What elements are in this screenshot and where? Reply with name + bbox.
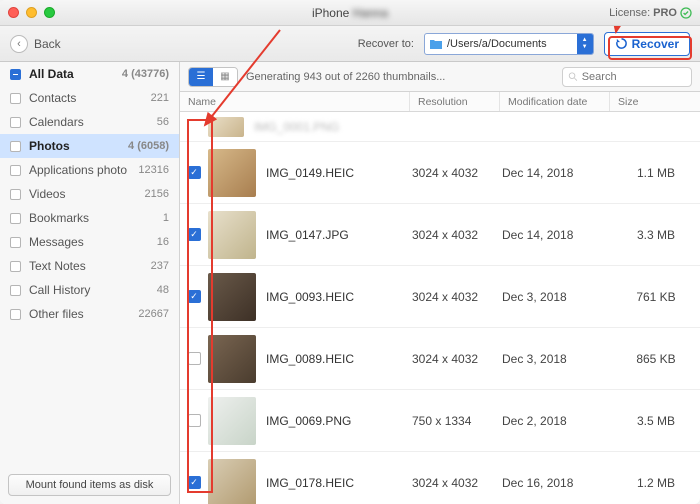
sidebar-item-text-notes[interactable]: Text Notes237 xyxy=(0,254,179,278)
file-size: 1.1 MB xyxy=(612,166,700,180)
sidebar-item-photos[interactable]: Photos4 (6058) xyxy=(0,134,179,158)
checkbox-icon[interactable] xyxy=(10,237,21,248)
view-toggle[interactable]: ☰ ▦ xyxy=(188,67,238,87)
file-date: Dec 14, 2018 xyxy=(502,166,612,180)
checkbox-icon[interactable] xyxy=(10,69,21,80)
file-resolution: 3024 x 4032 xyxy=(412,228,502,242)
toolbar: ‹ Back Recover to: /Users/a/Documents ▲▼… xyxy=(0,26,700,62)
sidebar-item-bookmarks[interactable]: Bookmarks1 xyxy=(0,206,179,230)
sidebar-item-other-files[interactable]: Other files22667 xyxy=(0,302,179,326)
app-window: iPhone Hanna License: PRO ‹ Back Recover… xyxy=(0,0,700,504)
sidebar-item-calendars[interactable]: Calendars56 xyxy=(0,110,179,134)
file-list: IMG_0001.PNG ✓IMG_0149.HEIC3024 x 4032De… xyxy=(180,112,700,504)
window-title: iPhone Hanna xyxy=(0,6,700,20)
file-name: IMG_0089.HEIC xyxy=(266,352,412,366)
col-size[interactable]: Size xyxy=(610,92,700,111)
thumbnail xyxy=(208,335,256,383)
checkbox-icon[interactable] xyxy=(188,352,201,365)
thumbnail xyxy=(208,459,256,504)
file-date: Dec 16, 2018 xyxy=(502,476,612,490)
file-date: Dec 14, 2018 xyxy=(502,228,612,242)
checkbox-icon[interactable] xyxy=(10,213,21,224)
thumbnail xyxy=(208,397,256,445)
table-row[interactable]: ✓ IMG_0093.HEIC3024 x 4032Dec 3, 2018761 … xyxy=(180,266,700,328)
file-resolution: 3024 x 4032 xyxy=(412,290,502,304)
table-row[interactable]: ✓ IMG_0149.HEIC3024 x 4032Dec 14, 20181.1… xyxy=(180,142,700,204)
search-icon xyxy=(568,71,578,82)
license-badge: License: PRO xyxy=(609,7,692,19)
back-button[interactable]: ‹ Back xyxy=(10,35,61,53)
col-name[interactable]: Name xyxy=(180,92,410,111)
sidebar-item-videos[interactable]: Videos2156 xyxy=(0,182,179,206)
check-circle-icon xyxy=(680,7,692,19)
file-resolution: 3024 x 4032 xyxy=(412,476,502,490)
checkbox-icon[interactable] xyxy=(10,93,21,104)
col-modification[interactable]: Modification date xyxy=(500,92,610,111)
status-text: Generating 943 out of 2260 thumbnails... xyxy=(246,71,554,83)
file-name: IMG_0093.HEIC xyxy=(266,290,412,304)
folder-icon xyxy=(429,37,443,51)
mount-disk-button[interactable]: Mount found items as disk xyxy=(8,474,171,496)
grid-view-icon[interactable]: ▦ xyxy=(213,68,237,86)
sidebar-item-applications-photo[interactable]: Applications photo12316 xyxy=(0,158,179,182)
sidebar: All Data 4 (43776) Contacts221Calendars5… xyxy=(0,62,180,504)
table-row[interactable]: IMG_0001.PNG xyxy=(180,112,700,142)
file-size: 3.5 MB xyxy=(612,414,700,428)
list-view-icon[interactable]: ☰ xyxy=(189,68,213,86)
checkbox-icon[interactable]: ✓ xyxy=(188,476,201,489)
checkbox-icon[interactable] xyxy=(188,414,201,427)
recover-to-label: Recover to: xyxy=(358,38,414,50)
thumbnail xyxy=(208,211,256,259)
checkbox-icon[interactable]: ✓ xyxy=(188,290,201,303)
titlebar: iPhone Hanna License: PRO xyxy=(0,0,700,26)
file-name: IMG_0149.HEIC xyxy=(266,166,412,180)
file-date: Dec 3, 2018 xyxy=(502,290,612,304)
checkbox-icon[interactable] xyxy=(10,285,21,296)
file-date: Dec 2, 2018 xyxy=(502,414,612,428)
column-headers: Name Resolution Modification date Size xyxy=(180,92,700,112)
file-resolution: 750 x 1334 xyxy=(412,414,502,428)
recover-path-select[interactable]: /Users/a/Documents ▲▼ xyxy=(424,33,594,55)
file-resolution: 3024 x 4032 xyxy=(412,166,502,180)
checkbox-icon[interactable] xyxy=(10,309,21,320)
checkbox-icon[interactable]: ✓ xyxy=(188,228,201,241)
file-name: IMG_0147.JPG xyxy=(266,228,412,242)
table-row[interactable]: ✓ IMG_0178.HEIC3024 x 4032Dec 16, 20181.2… xyxy=(180,452,700,504)
col-resolution[interactable]: Resolution xyxy=(410,92,500,111)
checkbox-icon[interactable] xyxy=(10,261,21,272)
stepper-icon[interactable]: ▲▼ xyxy=(577,34,593,54)
back-icon: ‹ xyxy=(10,35,28,53)
file-size: 761 KB xyxy=(612,290,700,304)
table-row[interactable]: ✓ IMG_0147.JPG3024 x 4032Dec 14, 20183.3 … xyxy=(180,204,700,266)
checkbox-icon[interactable] xyxy=(10,189,21,200)
sidebar-item-call-history[interactable]: Call History48 xyxy=(0,278,179,302)
checkbox-icon[interactable] xyxy=(10,165,21,176)
file-size: 865 KB xyxy=(612,352,700,366)
recover-icon xyxy=(615,37,628,50)
file-date: Dec 3, 2018 xyxy=(502,352,612,366)
sidebar-item-contacts[interactable]: Contacts221 xyxy=(0,86,179,110)
table-row[interactable]: IMG_0089.HEIC3024 x 4032Dec 3, 2018865 K… xyxy=(180,328,700,390)
thumbnail xyxy=(208,149,256,197)
table-row[interactable]: IMG_0069.PNG750 x 1334Dec 2, 20183.5 MB xyxy=(180,390,700,452)
thumbnail xyxy=(208,273,256,321)
checkbox-icon[interactable] xyxy=(10,117,21,128)
file-size: 1.2 MB xyxy=(612,476,700,490)
file-resolution: 3024 x 4032 xyxy=(412,352,502,366)
file-name: IMG_0178.HEIC xyxy=(266,476,412,490)
file-name: IMG_0069.PNG xyxy=(266,414,412,428)
checkbox-icon[interactable] xyxy=(10,141,21,152)
search-input[interactable] xyxy=(562,67,692,87)
recover-button[interactable]: Recover xyxy=(604,32,690,56)
file-size: 3.3 MB xyxy=(612,228,700,242)
sidebar-item-messages[interactable]: Messages16 xyxy=(0,230,179,254)
content-pane: ☰ ▦ Generating 943 out of 2260 thumbnail… xyxy=(180,62,700,504)
sidebar-item-all-data[interactable]: All Data 4 (43776) xyxy=(0,62,179,86)
checkbox-icon[interactable]: ✓ xyxy=(188,166,201,179)
